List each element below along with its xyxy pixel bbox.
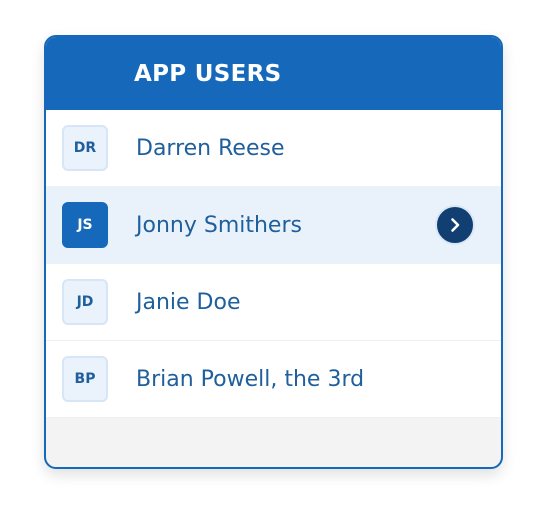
user-row-jonny-smithers[interactable]: JS Jonny Smithers (46, 187, 501, 264)
user-name: Jonny Smithers (136, 212, 302, 238)
chevron-right-icon (451, 218, 460, 232)
avatar: DR (62, 125, 108, 171)
avatar: JS (62, 202, 108, 248)
avatar: BP (62, 356, 108, 402)
user-list: DR Darren Reese JS Jonny Smithers JD Jan… (46, 110, 501, 418)
avatar: JD (62, 279, 108, 325)
user-row-janie-doe[interactable]: JD Janie Doe (46, 264, 501, 341)
user-row-brian-powell[interactable]: BP Brian Powell, the 3rd (46, 341, 501, 418)
card-header: APP USERS (46, 37, 501, 110)
card-title: APP USERS (134, 60, 282, 87)
user-name: Darren Reese (136, 135, 285, 161)
app-users-card: APP USERS DR Darren Reese JS Jonny Smith… (44, 35, 503, 469)
open-user-button[interactable] (435, 205, 475, 245)
user-name: Janie Doe (136, 289, 241, 315)
user-row-darren-reese[interactable]: DR Darren Reese (46, 110, 501, 187)
user-name: Brian Powell, the 3rd (136, 366, 365, 392)
